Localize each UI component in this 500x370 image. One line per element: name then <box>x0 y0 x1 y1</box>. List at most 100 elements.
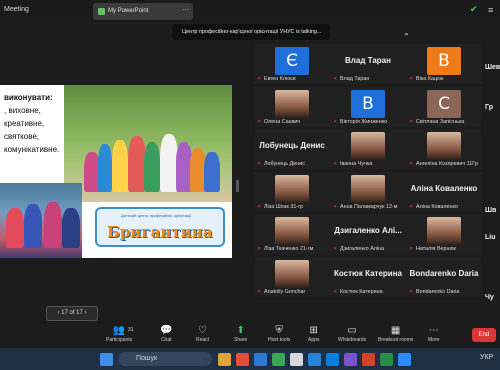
chrome-icon[interactable] <box>236 353 249 366</box>
viber-icon[interactable] <box>344 353 357 366</box>
avatar-photo <box>275 217 309 245</box>
edge-participant-label: Шв <box>485 207 497 214</box>
muted-mic-icon: ✕ <box>257 246 262 252</box>
participant-gallery: Є ✕ Евген Клюєв Влад Таран ✕ Влад Таран В ✕ Віка… <box>254 44 500 301</box>
participant-tile[interactable]: ✕ Ліза Ткаченко 21-гм <box>254 214 330 254</box>
more-icon[interactable]: ⋯ <box>182 6 189 14</box>
zoom-icon[interactable] <box>398 353 411 366</box>
slide-heading: виконувати: <box>4 93 53 102</box>
participants-count: 31 <box>128 327 134 333</box>
apps-button[interactable]: ⊞ Apps <box>308 325 319 343</box>
muted-mic-icon: ✕ <box>333 161 338 167</box>
participant-tile[interactable]: ✕ Ангеліна Козяревич 11Гр <box>406 129 482 169</box>
avatar: В <box>427 47 461 75</box>
participant-tile[interactable]: Влад Таран ✕ Влад Таран <box>330 44 406 84</box>
participant-name: Костюк Катерина <box>340 288 383 295</box>
slide-text: виконувати: , виховне, креативне, святко… <box>0 85 64 165</box>
meeting-label: Meeting <box>4 6 29 13</box>
explorer-icon[interactable] <box>218 353 231 366</box>
participant-tile[interactable]: ✕ Ліза Шпак 31-гр <box>254 171 330 212</box>
participant-display-name: Аліна Коваленко <box>410 183 478 193</box>
language-indicator[interactable]: УКР <box>480 354 493 361</box>
participant-display-name: Влад Таран <box>345 56 391 65</box>
muted-mic-icon: ✕ <box>409 203 414 210</box>
store-icon[interactable] <box>272 353 285 366</box>
avatar-photo <box>351 132 385 160</box>
chat-icon: 💬 <box>160 325 173 336</box>
breakout-rooms-button[interactable]: ▦ Breakout rooms <box>378 325 413 343</box>
muted-mic-icon: ✕ <box>409 118 414 125</box>
participant-name: Ангеліна Козяревич 11Гр <box>416 161 478 167</box>
talking-banner: Центр професійно-кар'єрної орієнтації УН… <box>172 24 330 40</box>
avatar: С <box>427 89 461 118</box>
react-button[interactable]: ♡ React <box>196 325 209 343</box>
participant-tile[interactable]: Аліна Коваленко ✕ Аліна Коваленко <box>406 171 482 212</box>
muted-mic-icon: ✕ <box>409 76 414 82</box>
whiteboards-button[interactable]: ▭ Whiteboards <box>338 325 366 343</box>
chevron-up-icon[interactable]: ⌃ <box>403 32 410 41</box>
next-icon[interactable]: › <box>85 310 87 316</box>
participant-name: Евген Клюєв <box>264 76 296 82</box>
participant-tile[interactable]: Дзигаленко Алі... ✕ Дзигаленко Аліна <box>330 214 406 254</box>
start-icon[interactable] <box>100 353 113 366</box>
slide-line: святкове, <box>4 132 40 141</box>
slide-line: креативне, <box>4 119 45 128</box>
participant-tile[interactable]: В ✕ Віка Кацюк <box>406 44 482 84</box>
participant-name: Світлана Запіснька <box>416 118 465 125</box>
participant-tile[interactable]: ✕ Іванна Чучка <box>330 129 406 169</box>
share-button[interactable]: ⬆ Share <box>234 325 247 343</box>
participant-tile[interactable]: ✕ Анна Паламарчук 12-м <box>330 171 406 212</box>
participant-name: Віка Кацюк <box>416 76 444 82</box>
tab-title: My PowerPoint <box>108 8 149 14</box>
telegram-icon[interactable] <box>326 353 339 366</box>
muted-mic-icon: ✕ <box>333 118 338 125</box>
tab-powerpoint[interactable]: My PowerPoint ⋯ <box>93 3 193 20</box>
prev-icon[interactable]: ‹ <box>57 310 59 316</box>
participant-name: Іванна Чучка <box>340 161 373 167</box>
muted-mic-icon: ✕ <box>409 246 414 252</box>
participant-tile[interactable]: ✕ Наталія Вернюк <box>406 214 482 254</box>
kids-photo <box>0 183 82 258</box>
brigantina-logo: Дитячий центр професійної орієнтації Бри… <box>95 207 225 247</box>
app-icon[interactable] <box>290 353 303 366</box>
more-button[interactable]: ⋯ More <box>428 325 439 343</box>
slide-pager[interactable]: ‹ 17 of 17 › <box>46 306 98 321</box>
participant-tile[interactable]: Лобунець Денис ✕ Лобунець Денис <box>254 129 330 169</box>
avatar-photo <box>427 132 461 160</box>
participant-tile[interactable]: Костюк Катерина ✕ Костюк Катерина <box>330 256 406 297</box>
meeting-toolbar: 👥 Participants 💬 Chat ♡ React ⬆ Share ⛨ Host … <box>0 322 500 348</box>
participant-tile[interactable]: ✕ Олена Саєвич <box>254 86 330 127</box>
participant-display-name: Костюк Катерина <box>334 268 402 278</box>
split-handle[interactable] <box>236 180 239 192</box>
participant-name: Наталія Вернюк <box>416 246 456 252</box>
participant-name: Anatoliy Gonchar <box>264 288 306 295</box>
security-shield-icon[interactable]: ✔ <box>470 4 480 16</box>
edge-icon[interactable] <box>254 353 267 366</box>
participant-name: Ліза Шпак 31-гр <box>264 203 304 210</box>
participant-name: Вікторія Жинженко <box>340 118 388 125</box>
muted-mic-icon: ✕ <box>333 76 338 82</box>
share-icon: ⬆ <box>236 325 245 336</box>
muted-mic-icon: ✕ <box>333 246 338 252</box>
participant-name: Аліна Коваленко <box>416 203 458 210</box>
end-button[interactable]: End <box>472 328 496 342</box>
participant-tile[interactable]: В ✕ Вікторія Жинженко <box>330 86 406 127</box>
muted-mic-icon: ✕ <box>409 288 414 295</box>
muted-mic-icon: ✕ <box>257 203 262 210</box>
search-box[interactable]: Пошук <box>118 352 212 366</box>
excel-icon[interactable] <box>380 353 393 366</box>
participant-tile[interactable]: С ✕ Світлана Запіснька <box>406 86 482 127</box>
page-indicator: 17 of 17 <box>61 310 83 316</box>
participant-tile[interactable]: ✕ Anatoliy Gonchar <box>254 256 330 297</box>
participant-tile[interactable]: Bondarenko Daria ✕ Bondarenko Daria <box>406 256 482 297</box>
host-tools-button[interactable]: ⛨ Host tools <box>268 325 290 343</box>
muted-mic-icon: ✕ <box>257 288 262 295</box>
muted-mic-icon: ✕ <box>257 118 262 125</box>
menu-icon[interactable]: ≡ <box>488 5 493 15</box>
powerpoint-icon[interactable] <box>362 353 375 366</box>
participant-tile[interactable]: Є ✕ Евген Клюєв <box>254 44 330 84</box>
participant-display-name: Bondarenko Daria <box>409 268 479 278</box>
word-icon[interactable] <box>308 353 321 366</box>
chat-button[interactable]: 💬 Chat <box>160 325 172 343</box>
breakout-icon: ▦ <box>390 325 401 336</box>
